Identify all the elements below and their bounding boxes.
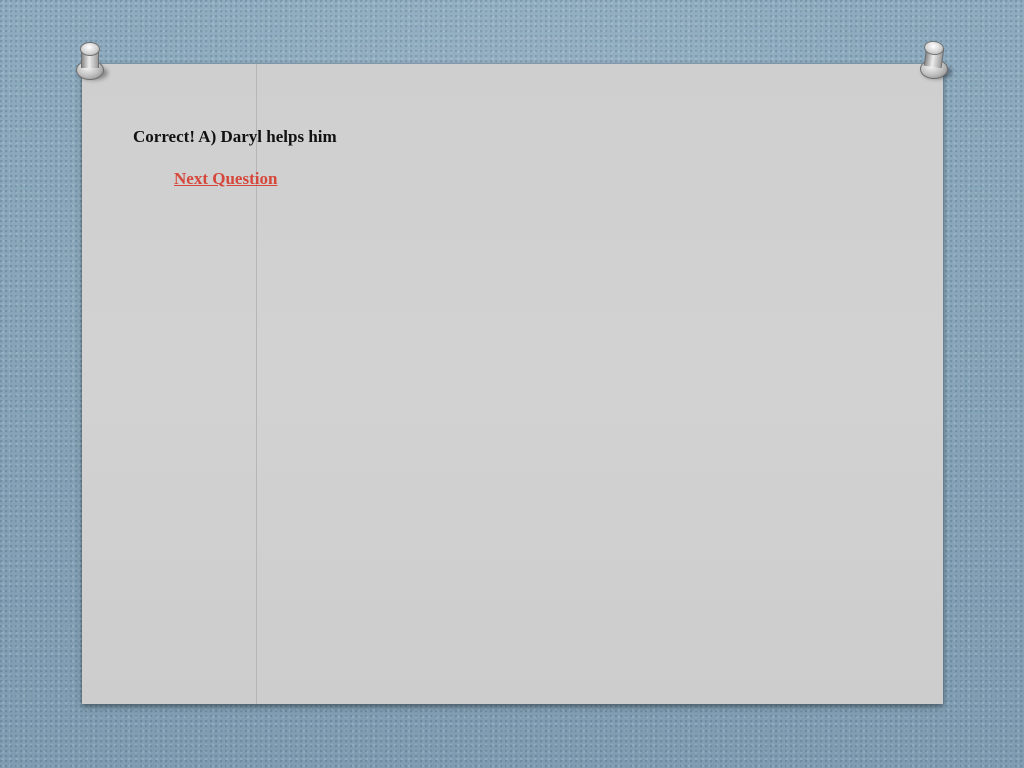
slide: Correct! A) Daryl helps him Next Questio…: [0, 0, 1024, 768]
push-pin-icon: [914, 39, 954, 85]
push-pin-icon: [70, 42, 110, 86]
pin-head: [80, 42, 100, 56]
next-question-link[interactable]: Next Question: [174, 169, 277, 189]
answer-text: Correct! A) Daryl helps him: [133, 127, 337, 146]
margin-line: [256, 64, 257, 704]
paper-sheet: Correct! A) Daryl helps him Next Questio…: [82, 64, 943, 704]
